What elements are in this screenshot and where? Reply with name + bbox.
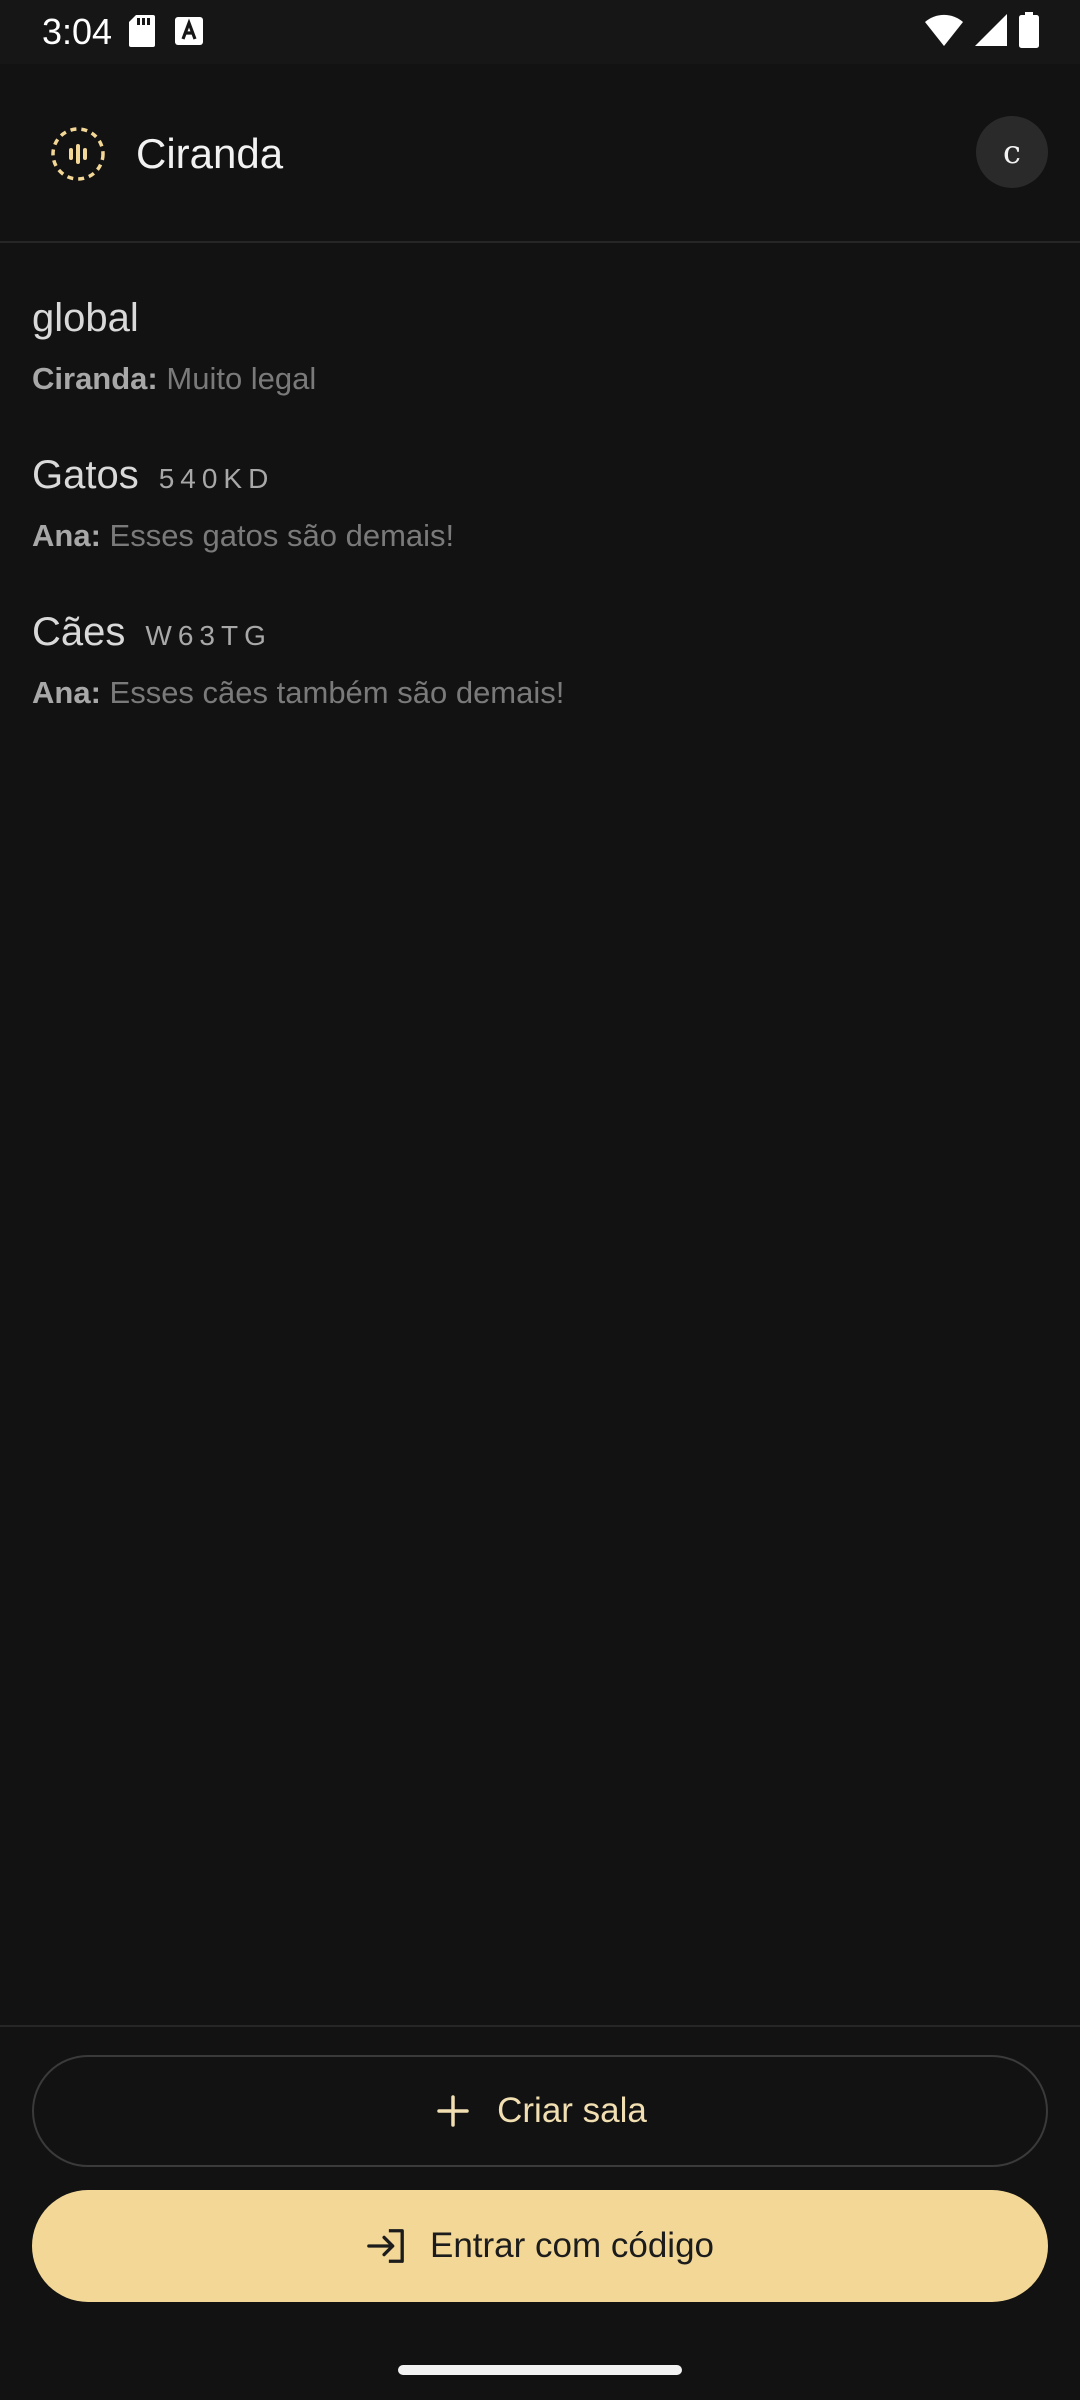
room-item-global[interactable]: global Ciranda: Muito legal — [0, 280, 1080, 437]
join-with-code-button[interactable]: Entrar com código — [32, 2190, 1048, 2302]
status-left-icons — [128, 14, 204, 53]
create-room-label: Criar sala — [497, 2091, 647, 2130]
room-name: Gatos — [32, 453, 139, 497]
sd-card-icon — [128, 14, 156, 53]
last-message-sender: Ana: — [32, 518, 101, 553]
last-message-sender: Ana: — [32, 675, 101, 710]
cell-signal-icon — [974, 13, 1008, 52]
app-bar: Ciranda c — [0, 64, 1080, 242]
last-message-text: Muito legal — [166, 361, 317, 396]
room-last-message: Ciranda: Muito legal — [32, 356, 1080, 402]
app-title: Ciranda — [136, 130, 284, 177]
create-room-button[interactable]: Criar sala — [32, 2055, 1048, 2167]
app-bar-divider — [0, 241, 1080, 243]
gesture-nav-bar[interactable] — [398, 2365, 682, 2375]
room-title-row: Cães W63TG — [32, 594, 1080, 670]
plus-icon — [433, 2091, 473, 2131]
room-name: global — [32, 296, 139, 340]
room-item-gatos[interactable]: Gatos 540KD Ana: Esses gatos são demais! — [0, 437, 1080, 594]
ciranda-logo-icon — [48, 124, 108, 184]
room-item-caes[interactable]: Cães W63TG Ana: Esses cães também são de… — [0, 594, 1080, 751]
room-code: 540KD — [158, 463, 275, 494]
wifi-icon — [924, 13, 964, 52]
status-right-icons — [924, 12, 1040, 53]
room-title-row: Gatos 540KD — [32, 437, 1080, 513]
last-message-text: Esses cães também são demais! — [109, 675, 565, 710]
keyboard-a-icon — [174, 16, 204, 51]
room-name: Cães — [32, 610, 126, 654]
room-last-message: Ana: Esses gatos são demais! — [32, 513, 1080, 559]
room-title-row: global — [32, 280, 1080, 356]
app-screen: 3:04 Ciranda c global Ciranda: Muito leg… — [0, 0, 1080, 2400]
bottom-divider — [0, 2025, 1080, 2027]
room-code: W63TG — [145, 620, 272, 651]
login-arrow-icon — [366, 2226, 406, 2266]
battery-icon — [1018, 12, 1040, 53]
join-with-code-label: Entrar com código — [429, 2226, 715, 2265]
status-time: 3:04 — [42, 11, 113, 52]
user-avatar-button[interactable]: c — [976, 116, 1048, 188]
status-bar: 3:04 — [0, 0, 1080, 64]
room-last-message: Ana: Esses cães também são demais! — [32, 670, 1080, 716]
last-message-sender: Ciranda: — [32, 361, 158, 396]
last-message-text: Esses gatos são demais! — [109, 518, 455, 553]
room-list: global Ciranda: Muito legal Gatos 540KD … — [0, 280, 1080, 751]
